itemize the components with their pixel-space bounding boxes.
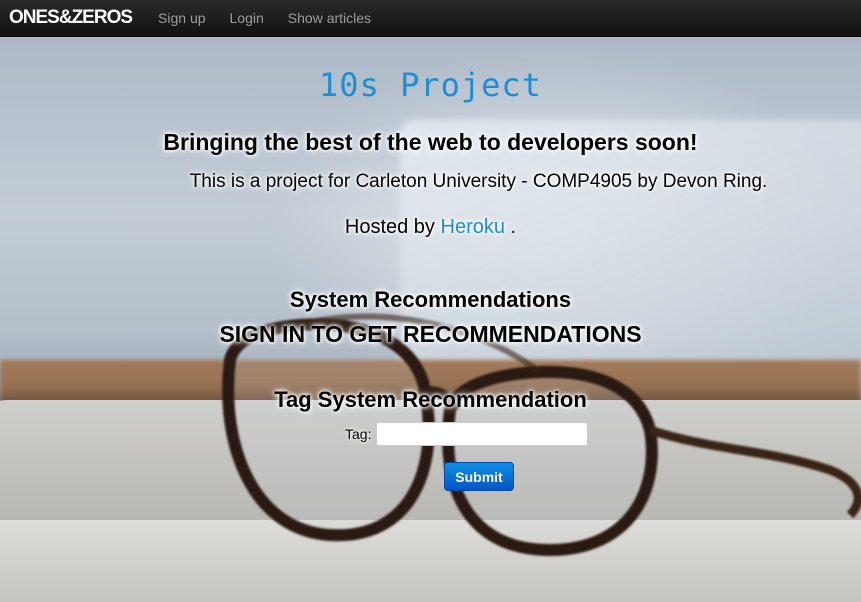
navbar: ONES&ZEROS Sign up Login Show articles bbox=[0, 0, 861, 37]
nav-show-articles-link[interactable]: Show articles bbox=[276, 10, 383, 26]
system-recommendations-heading: System Recommendations bbox=[289, 287, 572, 312]
nav-login-link[interactable]: Login bbox=[218, 10, 276, 26]
hosted-suffix: . bbox=[510, 216, 517, 238]
tagline: Bringing the best of the web to develope… bbox=[163, 129, 698, 155]
submit-button[interactable]: Submit bbox=[444, 462, 514, 491]
page-title: 10s Project bbox=[319, 66, 542, 104]
tag-label: Tag: bbox=[345, 426, 372, 442]
hosted-prefix: Hosted by bbox=[344, 216, 435, 238]
brand-logo[interactable]: ONES&ZEROS bbox=[0, 7, 146, 29]
tag-recommendation-heading: Tag System Recommendation bbox=[274, 387, 587, 412]
hero-content: 10s Project Bringing the best of the web… bbox=[0, 36, 861, 602]
heroku-link[interactable]: Heroku bbox=[441, 216, 505, 238]
project-description: This is a project for Carleton Universit… bbox=[189, 171, 768, 192]
tag-input[interactable] bbox=[376, 422, 589, 446]
hosted-by-text: Hosted by Heroku . bbox=[0, 216, 861, 239]
signin-recommendations-message: SIGN IN TO GET RECOMMENDATIONS bbox=[219, 321, 642, 347]
tag-form-row: Tag: bbox=[345, 422, 589, 446]
nav-signup-link[interactable]: Sign up bbox=[146, 10, 217, 26]
